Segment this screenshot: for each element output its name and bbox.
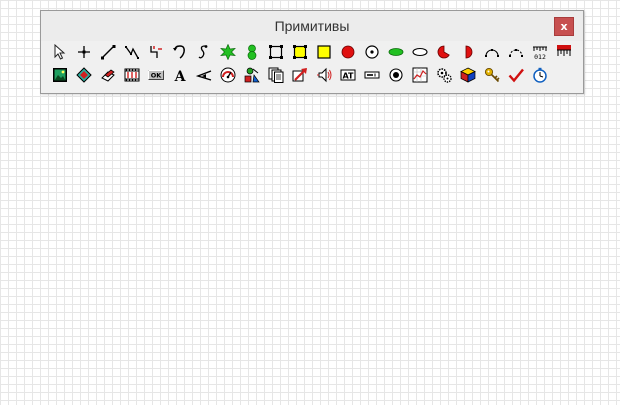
edit-field-icon[interactable] (363, 66, 381, 84)
radio-button-icon[interactable] (387, 66, 405, 84)
line-icon[interactable] (99, 43, 117, 61)
filled-rectangle-icon[interactable] (291, 43, 309, 61)
gauge-icon[interactable] (219, 66, 237, 84)
circle-dot-icon[interactable] (363, 43, 381, 61)
checkmark-icon[interactable] (507, 66, 525, 84)
stopwatch-icon[interactable] (531, 66, 549, 84)
arrow-angle-icon[interactable] (195, 66, 213, 84)
text-icon[interactable]: A (171, 66, 189, 84)
green-star-icon[interactable] (219, 43, 237, 61)
ok-button-icon-label: OK (151, 72, 163, 80)
graph-icon[interactable] (411, 66, 429, 84)
ellipse-icon[interactable] (411, 43, 429, 61)
connector-icon[interactable] (147, 43, 165, 61)
arc-dashed-icon[interactable] (507, 43, 525, 61)
image-icon[interactable] (51, 66, 69, 84)
textbox-icon-label: AT (342, 72, 354, 81)
green-ellipse-icon[interactable] (387, 43, 405, 61)
color-cube-icon[interactable] (459, 66, 477, 84)
bar-indicator-icon[interactable] (555, 43, 573, 61)
film-icon[interactable] (123, 66, 141, 84)
crosshair-icon[interactable] (75, 43, 93, 61)
gears-icon[interactable] (435, 66, 453, 84)
scale-icon-label: 012 (534, 53, 546, 60)
title-bar[interactable]: Примитивы x (41, 11, 583, 41)
eraser-icon[interactable] (99, 66, 117, 84)
pie-icon[interactable] (435, 43, 453, 61)
objects-icon[interactable] (243, 66, 261, 84)
ok-button-icon[interactable]: OK (147, 66, 165, 84)
curve-icon[interactable] (195, 43, 213, 61)
half-circle-icon[interactable] (459, 43, 477, 61)
pages-icon[interactable] (267, 66, 285, 84)
red-arrow-icon[interactable] (291, 66, 309, 84)
red-circle-icon[interactable] (339, 43, 357, 61)
textbox-icon[interactable]: AT (339, 66, 357, 84)
text-icon-label: A (174, 69, 187, 83)
yellow-square-icon[interactable] (315, 43, 333, 61)
window-title: Примитивы (274, 18, 350, 34)
key-icon[interactable] (483, 66, 501, 84)
speaker-icon[interactable] (315, 66, 333, 84)
primitives-palette-window: Примитивы x 012 OK A AT (40, 10, 584, 94)
arc-arrow-icon[interactable] (171, 43, 189, 61)
pointer-icon[interactable] (51, 43, 69, 61)
close-button[interactable]: x (554, 17, 574, 36)
diamond-icon[interactable] (75, 66, 93, 84)
arc-icon[interactable] (483, 43, 501, 61)
green-figure-icon[interactable] (243, 43, 261, 61)
scale-icon[interactable]: 012 (531, 43, 549, 61)
polyline-icon[interactable] (123, 43, 141, 61)
rectangle-icon[interactable] (267, 43, 285, 61)
